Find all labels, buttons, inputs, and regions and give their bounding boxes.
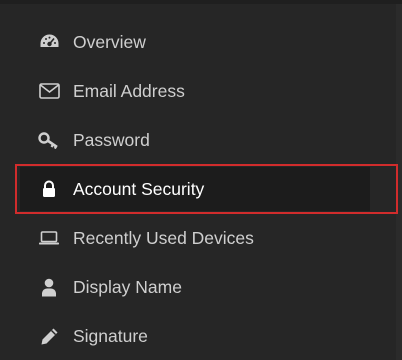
menu-item-label: Display Name [73, 276, 182, 297]
top-divider [0, 0, 402, 4]
menu-item-recently-used-devices[interactable]: Recently Used Devices [20, 216, 370, 260]
key-icon [38, 129, 60, 151]
menu-item-password[interactable]: Password [20, 118, 370, 162]
envelope-icon [38, 80, 60, 102]
menu-item-account-security[interactable]: Account Security [20, 167, 370, 211]
pencil-icon [38, 325, 60, 347]
menu-item-label: Recently Used Devices [73, 227, 254, 248]
menu-item-email-address[interactable]: Email Address [20, 69, 370, 113]
menu-item-label: Account Security [73, 178, 205, 199]
menu-item-label: Signature [73, 325, 148, 346]
lock-icon [38, 178, 60, 200]
menu-item-display-name[interactable]: Display Name [20, 265, 370, 309]
scrollbar[interactable] [396, 4, 402, 360]
menu-item-label: Overview [73, 31, 146, 52]
user-icon [38, 276, 60, 298]
menu-item-label: Password [73, 129, 150, 150]
account-settings-menu: Overview Email Address Password Account … [0, 0, 402, 360]
menu-item-label: Email Address [73, 80, 185, 101]
menu-item-overview[interactable]: Overview [20, 20, 370, 64]
gauge-icon [38, 31, 60, 53]
menu-item-signature[interactable]: Signature [20, 314, 370, 358]
laptop-icon [38, 227, 60, 249]
